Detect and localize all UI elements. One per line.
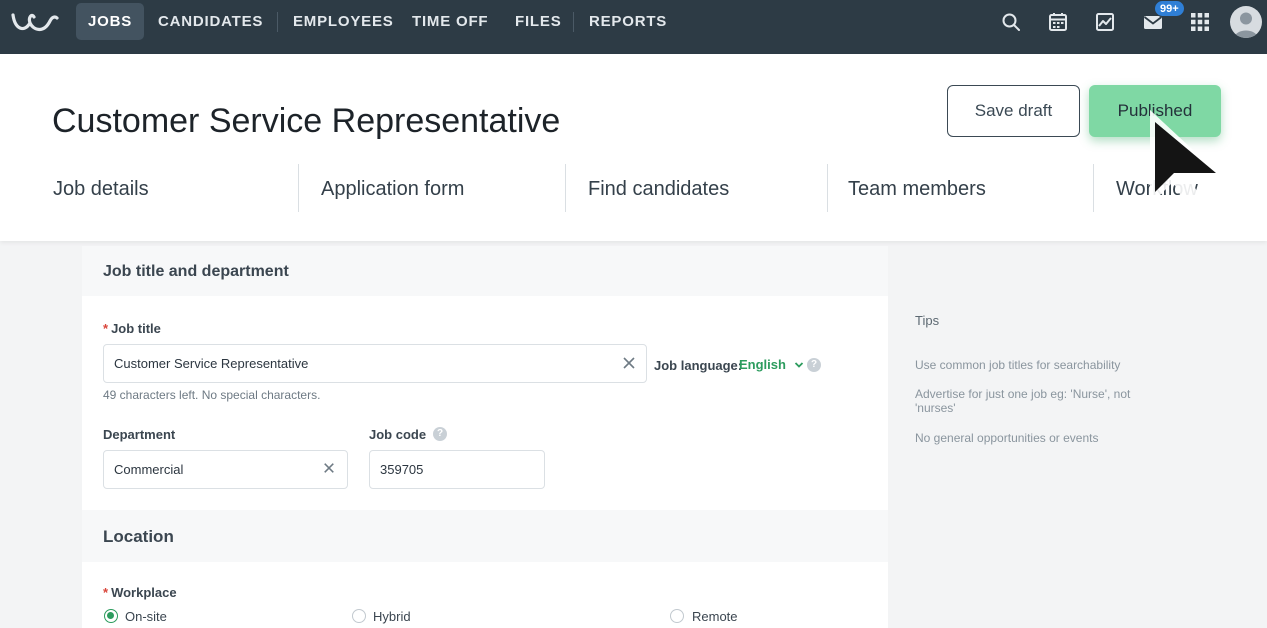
help-icon[interactable]: ?	[433, 427, 447, 441]
workplace-label: * Workplace	[103, 585, 177, 600]
tab-divider	[565, 164, 566, 212]
tab-divider	[827, 164, 828, 212]
nav-jobs[interactable]: JOBS	[76, 3, 145, 40]
section-title-job: Job title and department	[103, 263, 289, 280]
calendar-icon[interactable]	[1047, 11, 1069, 33]
mouse-pointer-icon	[1150, 110, 1220, 212]
job-title-input[interactable]: Customer Service Representative	[103, 344, 647, 383]
tab-divider	[1093, 164, 1094, 212]
section-header-job: Job title and department	[82, 246, 888, 296]
nav-reports[interactable]: REPORTS	[577, 3, 679, 40]
job-code-label: Job code	[369, 427, 427, 442]
clear-job-title-icon[interactable]	[622, 356, 636, 370]
job-language-label: Job language:	[654, 358, 743, 373]
section-header-location: Location	[82, 510, 888, 562]
radio-remote[interactable]	[670, 609, 684, 623]
nav-candidates[interactable]: CANDIDATES	[146, 3, 275, 40]
radio-label-on-site: On-site	[125, 609, 167, 624]
job-code-input[interactable]: 359705	[369, 450, 545, 489]
department-label: Department	[103, 427, 176, 442]
mail-count-badge: 99+	[1154, 0, 1185, 17]
tab-divider	[298, 164, 299, 212]
tip-item: Advertise for just one job eg: 'Nurse', …	[915, 387, 1131, 415]
chart-icon[interactable]	[1094, 11, 1116, 33]
tips-title: Tips	[915, 313, 940, 328]
job-header: Customer Service Representative Save dra…	[0, 54, 1267, 241]
user-avatar-icon	[1234, 12, 1258, 38]
department-input[interactable]: Commercial	[103, 450, 348, 489]
help-icon[interactable]: ?	[807, 358, 821, 372]
tab-find-candidates[interactable]: Find candidates	[588, 178, 729, 201]
radio-hybrid[interactable]	[352, 609, 366, 623]
tab-application-form[interactable]: Application form	[321, 178, 464, 201]
nav-divider	[573, 12, 574, 32]
clear-department-icon[interactable]	[323, 462, 335, 474]
brand-logo[interactable]	[10, 7, 60, 37]
nav-divider	[277, 12, 278, 32]
apps-grid-icon[interactable]	[1189, 11, 1211, 33]
save-draft-button[interactable]: Save draft	[947, 85, 1080, 137]
tip-item: No general opportunities or events	[915, 431, 1099, 445]
job-language-select[interactable]: English	[739, 357, 804, 372]
radio-label-remote: Remote	[692, 609, 738, 624]
chevron-down-icon	[794, 362, 803, 368]
section-title-location: Location	[103, 527, 174, 546]
nav-time-off[interactable]: TIME OFF	[400, 3, 500, 40]
radio-label-hybrid: Hybrid	[373, 609, 411, 624]
page-title: Customer Service Representative	[52, 102, 561, 140]
top-nav: JOBS CANDIDATES EMPLOYEES TIME OFF FILES…	[0, 0, 1267, 54]
search-icon[interactable]	[1000, 11, 1022, 33]
job-title-hint: 49 characters left. No special character…	[103, 388, 321, 402]
tip-item: Use common job titles for searchability	[915, 358, 1121, 372]
tab-team-members[interactable]: Team members	[848, 178, 986, 201]
radio-on-site[interactable]	[104, 609, 118, 623]
nav-files[interactable]: FILES	[503, 3, 574, 40]
avatar[interactable]	[1230, 6, 1262, 38]
job-title-label: * Job title	[103, 321, 161, 336]
job-form-card: Job title and department * Job title Cust…	[82, 246, 888, 628]
nav-employees[interactable]: EMPLOYEES	[281, 3, 406, 40]
tab-job-details[interactable]: Job details	[53, 178, 149, 201]
